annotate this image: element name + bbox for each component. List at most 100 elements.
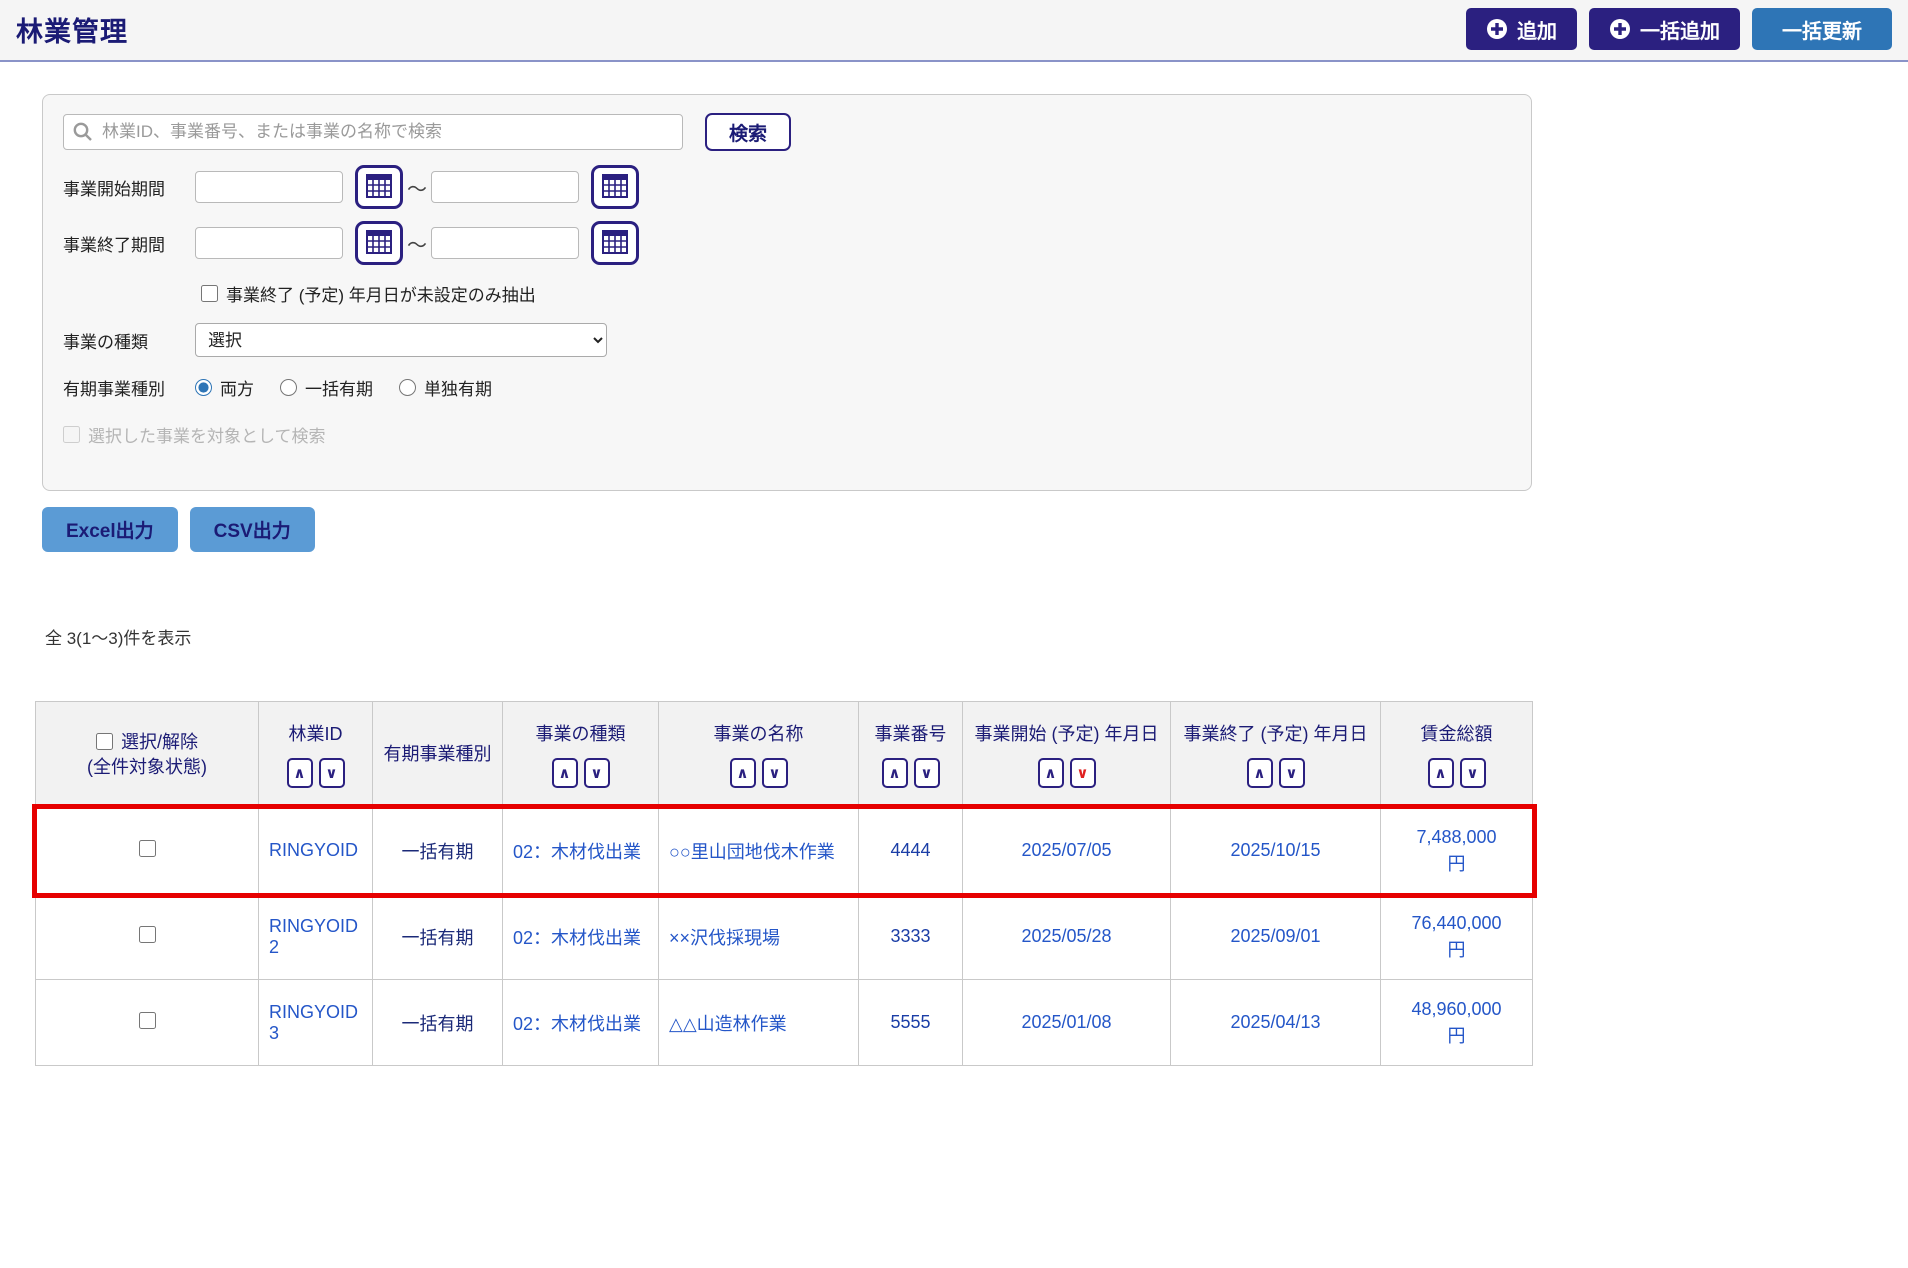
bulk-update-button[interactable]: 一括更新 [1752,8,1892,50]
business-number-value: 4444 [859,808,963,894]
term-type-radio-single[interactable]: 単独有期 [399,375,492,400]
business-type-link[interactable]: 02：木材伐出業 [503,980,659,1066]
business-name-link[interactable]: ××沢伐採現場 [659,894,859,980]
sort-desc-button-active[interactable]: ∨ [1070,758,1096,788]
search-panel: 検索 事業開始期間 ～ 事業終了期間 ～ [42,94,1532,491]
unset-only-checkbox-label[interactable]: 事業終了 (予定) 年月日が未設定のみ抽出 [201,281,536,306]
start-date-value: 2025/05/28 [963,894,1171,980]
term-type-label: 有期事業種別 [63,375,195,400]
business-type-label: 事業の種類 [63,328,195,353]
term-type-value: 一括有期 [373,980,503,1066]
selected-only-checkbox [63,426,80,443]
sort-desc-button[interactable]: ∨ [914,758,940,788]
start-date-value: 2025/07/05 [963,808,1171,894]
sort-asc-button[interactable]: ∧ [287,758,313,788]
select-all-checkbox[interactable] [96,733,113,750]
bulk-update-button-label: 一括更新 [1782,15,1862,44]
range-separator: ～ [407,173,427,202]
page-header: 林業管理 追加 一括追加 一括更新 [0,0,1908,62]
business-type-link[interactable]: 02：木材伐出業 [503,894,659,980]
business-type-link[interactable]: 02：木材伐出業 [503,808,659,894]
start-date-value: 2025/01/08 [963,980,1171,1066]
sort-asc-button[interactable]: ∧ [882,758,908,788]
excel-export-button[interactable]: Excel出力 [42,507,178,552]
sort-desc-button[interactable]: ∨ [319,758,345,788]
range-separator: ～ [407,229,427,258]
plus-circle-icon [1609,18,1631,40]
csv-export-button[interactable]: CSV出力 [190,507,315,552]
total-wage-value: 48,960,000 円 [1381,980,1533,1066]
row-checkbox[interactable] [139,840,156,857]
table-row: RINGYOID3 一括有期 02：木材伐出業 △△山造林作業 5555 202… [36,980,1533,1066]
end-period-to-input[interactable] [431,227,579,259]
term-type-radio-batch[interactable]: 一括有期 [280,375,373,400]
forestry-table: 選択/解除 (全件対象状態) 林業ID ∧ ∨ 有期事業種別 事業の種類 ∧ ∨ [35,701,1533,1066]
header-total-wage: 賃金総額 ∧ ∨ [1381,702,1533,808]
sort-asc-button[interactable]: ∧ [552,758,578,788]
header-business-number: 事業番号 ∧ ∨ [859,702,963,808]
selected-only-checkbox-label: 選択した事業を対象として検索 [63,422,326,447]
end-date-value: 2025/09/01 [1171,894,1381,980]
calendar-button[interactable] [355,165,403,209]
start-period-from-input[interactable] [195,171,343,203]
table-row: RINGYOID2 一括有期 02：木材伐出業 ××沢伐採現場 3333 202… [36,894,1533,980]
unset-only-checkbox[interactable] [201,285,218,302]
end-period-label: 事業終了期間 [63,231,195,256]
header-term-type: 有期事業種別 [373,702,503,808]
total-wage-value: 7,488,000 円 [1381,808,1533,894]
calendar-button[interactable] [591,221,639,265]
sort-desc-button[interactable]: ∨ [584,758,610,788]
end-date-value: 2025/10/15 [1171,808,1381,894]
table-header-row: 選択/解除 (全件対象状態) 林業ID ∧ ∨ 有期事業種別 事業の種類 ∧ ∨ [36,702,1533,808]
business-type-select[interactable]: 選択 [195,323,607,357]
table-row-highlighted: RINGYOID 一括有期 02：木材伐出業 ○○里山団地伐木作業 4444 2… [36,808,1533,894]
calendar-button[interactable] [355,221,403,265]
end-period-from-input[interactable] [195,227,343,259]
sort-asc-button[interactable]: ∧ [1247,758,1273,788]
calendar-icon [601,173,629,202]
row-checkbox[interactable] [139,926,156,943]
term-type-value: 一括有期 [373,894,503,980]
bulk-add-button-label: 一括追加 [1640,15,1720,44]
total-wage-value: 76,440,000 円 [1381,894,1533,980]
search-icon [72,121,94,148]
add-button-label: 追加 [1517,15,1557,44]
term-type-radio-both[interactable]: 両方 [195,375,254,400]
result-count: 全 3(1～3)件を表示 [45,624,1908,649]
header-forestry-id: 林業ID ∧ ∨ [259,702,373,808]
business-name-link[interactable]: ○○里山団地伐木作業 [659,808,859,894]
page-title: 林業管理 [16,10,128,49]
forestry-id-link[interactable]: RINGYOID3 [259,980,373,1066]
sort-asc-button[interactable]: ∧ [1428,758,1454,788]
term-type-value: 一括有期 [373,808,503,894]
header-business-type: 事業の種類 ∧ ∨ [503,702,659,808]
header-business-name: 事業の名称 ∧ ∨ [659,702,859,808]
sort-asc-button[interactable]: ∧ [1038,758,1064,788]
header-end-date: 事業終了 (予定) 年月日 ∧ ∨ [1171,702,1381,808]
sort-desc-button[interactable]: ∨ [1279,758,1305,788]
export-buttons: Excel出力 CSV出力 [42,507,1908,552]
business-number-value: 5555 [859,980,963,1066]
calendar-icon [365,173,393,202]
search-box [63,114,683,150]
business-name-link[interactable]: △△山造林作業 [659,980,859,1066]
calendar-icon [601,229,629,258]
calendar-icon [365,229,393,258]
start-period-label: 事業開始期間 [63,175,195,200]
search-input[interactable] [63,114,683,150]
header-select-all: 選択/解除 (全件対象状態) [36,702,259,808]
sort-desc-button[interactable]: ∨ [762,758,788,788]
row-checkbox[interactable] [139,1012,156,1029]
forestry-id-link[interactable]: RINGYOID2 [259,894,373,980]
start-period-to-input[interactable] [431,171,579,203]
sort-asc-button[interactable]: ∧ [730,758,756,788]
search-button[interactable]: 検索 [705,113,791,151]
plus-circle-icon [1486,18,1508,40]
forestry-id-link[interactable]: RINGYOID [259,808,373,894]
business-number-value: 3333 [859,894,963,980]
calendar-button[interactable] [591,165,639,209]
bulk-add-button[interactable]: 一括追加 [1589,8,1740,50]
sort-desc-button[interactable]: ∨ [1460,758,1486,788]
add-button[interactable]: 追加 [1466,8,1577,50]
header-buttons: 追加 一括追加 一括更新 [1466,8,1892,50]
